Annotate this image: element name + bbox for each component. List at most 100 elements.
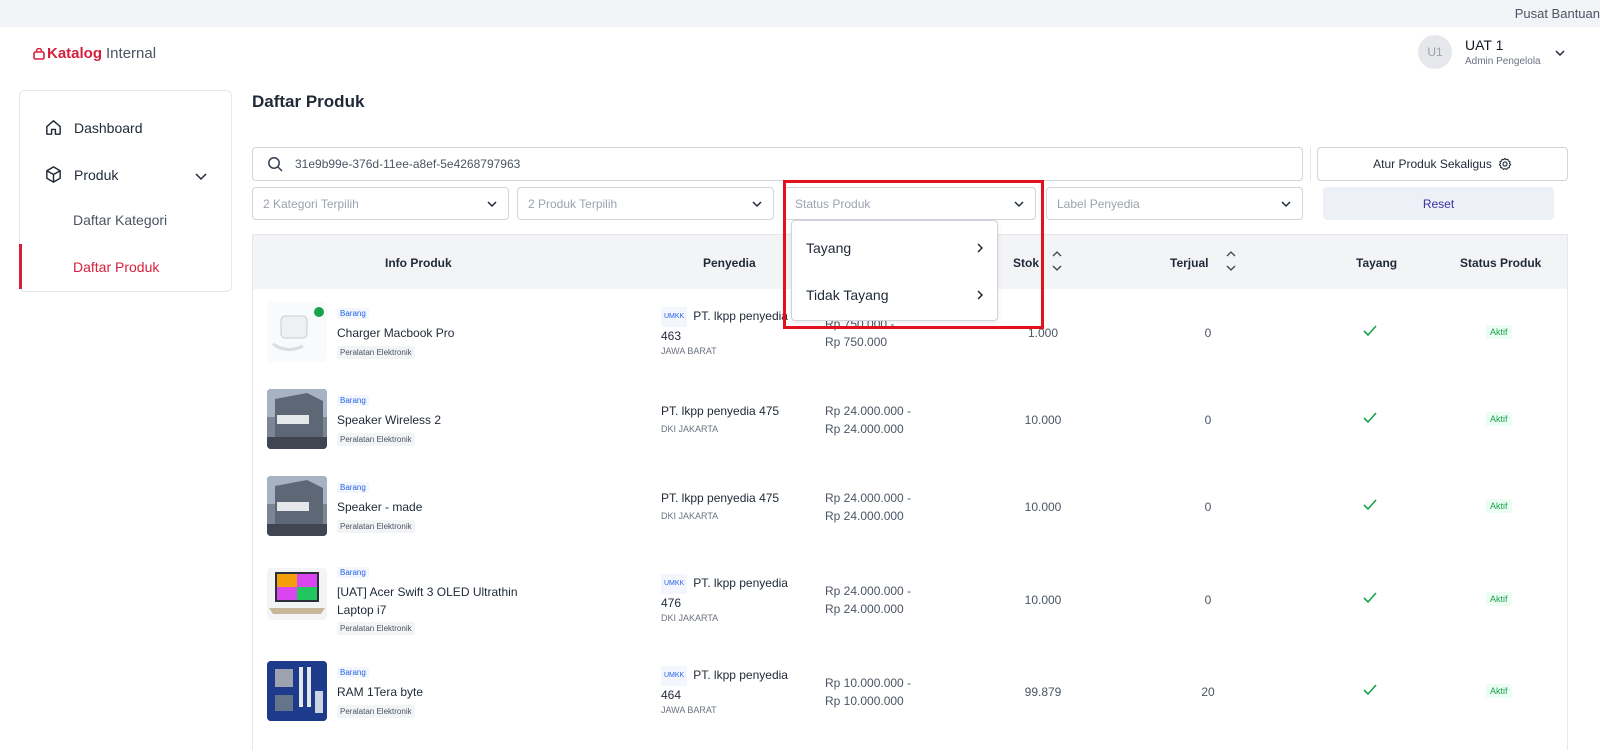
column-header-terjual: Terjual <box>1170 256 1209 270</box>
column-header-stok: Stok <box>1013 256 1040 270</box>
bulk-edit-button[interactable]: Atur Produk Sekaligus <box>1317 147 1568 181</box>
sidebar-item-daftar-produk[interactable]: Daftar Produk <box>73 259 159 275</box>
price-min: Rp 10.000.000 - <box>825 676 912 690</box>
vendor-name: UMKK PT. lkpp penyedia 464 <box>661 666 811 704</box>
menu-item-tayang[interactable]: Tayang <box>806 240 986 256</box>
sort-icon[interactable] <box>1051 248 1063 274</box>
status-badge: Aktif <box>1486 684 1512 698</box>
label-penyedia-select-value: Label Penyedia <box>1057 196 1140 211</box>
column-header-status-produk: Status Produk <box>1460 256 1542 270</box>
kategori-select[interactable]: 2 Kategori Terpilih <box>252 187 509 220</box>
status-produk-select[interactable]: Status Produk <box>784 187 1036 220</box>
chevron-down-icon[interactable] <box>194 169 208 183</box>
app-header: Katalog Internal U1 UAT 1 Admin Pengelol… <box>0 27 1600 80</box>
product-type-badge: Barang <box>337 482 369 493</box>
user-name: UAT 1 <box>1465 37 1504 53</box>
product-name[interactable]: [UAT] Acer Swift 3 OLED Ultrathin Laptop… <box>337 583 537 619</box>
product-thumbnail <box>267 389 327 449</box>
chevron-down-icon <box>1555 50 1565 57</box>
product-category: Peralatan Elektronik <box>337 346 415 359</box>
product-category: Peralatan Elektronik <box>337 622 415 635</box>
price-max: Rp 10.000.000 <box>825 694 904 708</box>
produk-select[interactable]: 2 Produk Terpilih <box>517 187 774 220</box>
status-badge: Aktif <box>1486 325 1512 339</box>
table-row[interactable]: Barang Speaker - made Peralatan Elektron… <box>253 463 1567 549</box>
chevron-down-icon <box>1281 200 1291 207</box>
product-thumbnail <box>267 302 327 362</box>
price-range: Rp 24.000.000 - Rp 24.000.000 <box>825 582 955 618</box>
product-thumbnail <box>267 568 327 620</box>
charger-image <box>272 307 324 351</box>
active-indicator <box>19 244 22 289</box>
avatar: U1 <box>1418 35 1452 69</box>
vendor-region: DKI JAKARTA <box>661 424 719 434</box>
produk-select-value: 2 Produk Terpilih <box>528 196 618 211</box>
check-icon <box>1363 499 1377 511</box>
vendor-name: UMKK PT. lkpp penyedia 463 <box>661 307 811 345</box>
motherboard-image <box>267 661 327 721</box>
search-value: 31e9b99e-376d-11ee-a8ef-5e4268797963 <box>295 157 521 171</box>
product-name[interactable]: Charger Macbook Pro <box>337 324 537 342</box>
vendor-name: UMKK PT. lkpp penyedia 476 <box>661 574 811 612</box>
product-thumbnail <box>267 661 327 721</box>
home-icon <box>46 120 61 135</box>
stock-value: 10.000 <box>1024 500 1062 514</box>
search-input[interactable]: 31e9b99e-376d-11ee-a8ef-5e4268797963 <box>252 147 1303 181</box>
divider <box>1310 147 1311 181</box>
vendor-region: DKI JAKARTA <box>661 613 719 623</box>
sort-icon[interactable] <box>1225 248 1237 274</box>
status-badge: Aktif <box>1486 499 1512 513</box>
table-row[interactable]: Barang RAM 1Tera byte Peralatan Elektron… <box>253 649 1567 735</box>
chevron-down-icon <box>752 200 762 207</box>
reset-button[interactable]: Reset <box>1323 187 1554 220</box>
stock-value: 10.000 <box>1024 413 1062 427</box>
app-logo[interactable]: Katalog Internal <box>33 45 156 62</box>
price-max: Rp 24.000.000 <box>825 509 904 523</box>
product-name[interactable]: Speaker Wireless 2 <box>337 411 537 429</box>
sidebar-item-label: Dashboard <box>74 119 143 136</box>
search-icon <box>268 157 283 172</box>
umkk-badge: UMKK <box>661 307 688 327</box>
chevron-right-icon <box>977 243 984 253</box>
product-name[interactable]: RAM 1Tera byte <box>337 683 537 701</box>
status-badge: Aktif <box>1486 412 1512 426</box>
box-icon <box>46 166 61 183</box>
product-category: Peralatan Elektronik <box>337 705 415 718</box>
laptop-image <box>269 572 325 614</box>
label-penyedia-select[interactable]: Label Penyedia <box>1046 187 1303 220</box>
vendor-region: DKI JAKARTA <box>661 511 719 521</box>
product-type-badge: Barang <box>337 567 369 578</box>
sidebar-item-dashboard[interactable]: Dashboard <box>44 118 143 137</box>
price-min: Rp 24.000.000 - <box>825 404 912 418</box>
price-max: Rp 750.000 <box>825 335 888 349</box>
price-min: Rp 24.000.000 - <box>825 584 912 598</box>
price-min: Rp 24.000.000 - <box>825 491 912 505</box>
sold-value: 0 <box>1204 593 1212 607</box>
sidebar: Dashboard Produk Daftar Kategori Daftar … <box>19 90 232 292</box>
table-row[interactable]: Barang [UAT] Acer Swift 3 OLED Ultrathin… <box>253 550 1567 650</box>
price-range: Rp 24.000.000 - Rp 24.000.000 <box>825 489 955 525</box>
sold-value: 20 <box>1201 685 1215 699</box>
gear-icon <box>1498 157 1512 170</box>
product-thumbnail <box>267 476 327 536</box>
product-name[interactable]: Speaker - made <box>337 498 537 516</box>
product-type-badge: Barang <box>337 308 369 319</box>
check-icon <box>1363 325 1377 337</box>
top-bar: Pusat Bantuan <box>0 0 1600 27</box>
product-category: Peralatan Elektronik <box>337 433 415 446</box>
status-produk-select-value: Status Produk <box>795 196 871 211</box>
chevron-down-icon <box>1014 200 1024 207</box>
product-type-badge: Barang <box>337 395 369 406</box>
sidebar-item-daftar-kategori[interactable]: Daftar Kategori <box>73 212 167 228</box>
stock-value: 10.000 <box>1024 593 1062 607</box>
table-row[interactable]: Barang Speaker Wireless 2 Peralatan Elek… <box>253 376 1567 462</box>
help-center-link[interactable]: Pusat Bantuan <box>1515 6 1600 21</box>
check-icon <box>1363 684 1377 696</box>
sidebar-item-produk[interactable]: Produk <box>44 165 118 184</box>
column-header-penyedia: Penyedia <box>703 256 756 270</box>
menu-item-tidak-tayang[interactable]: Tidak Tayang <box>806 287 986 303</box>
vendor-name: PT. lkpp penyedia 475 <box>661 491 780 505</box>
sold-value: 0 <box>1204 500 1212 514</box>
user-menu[interactable]: U1 UAT 1 Admin Pengelola <box>1418 35 1565 69</box>
menu-item-label: Tidak Tayang <box>806 287 889 303</box>
